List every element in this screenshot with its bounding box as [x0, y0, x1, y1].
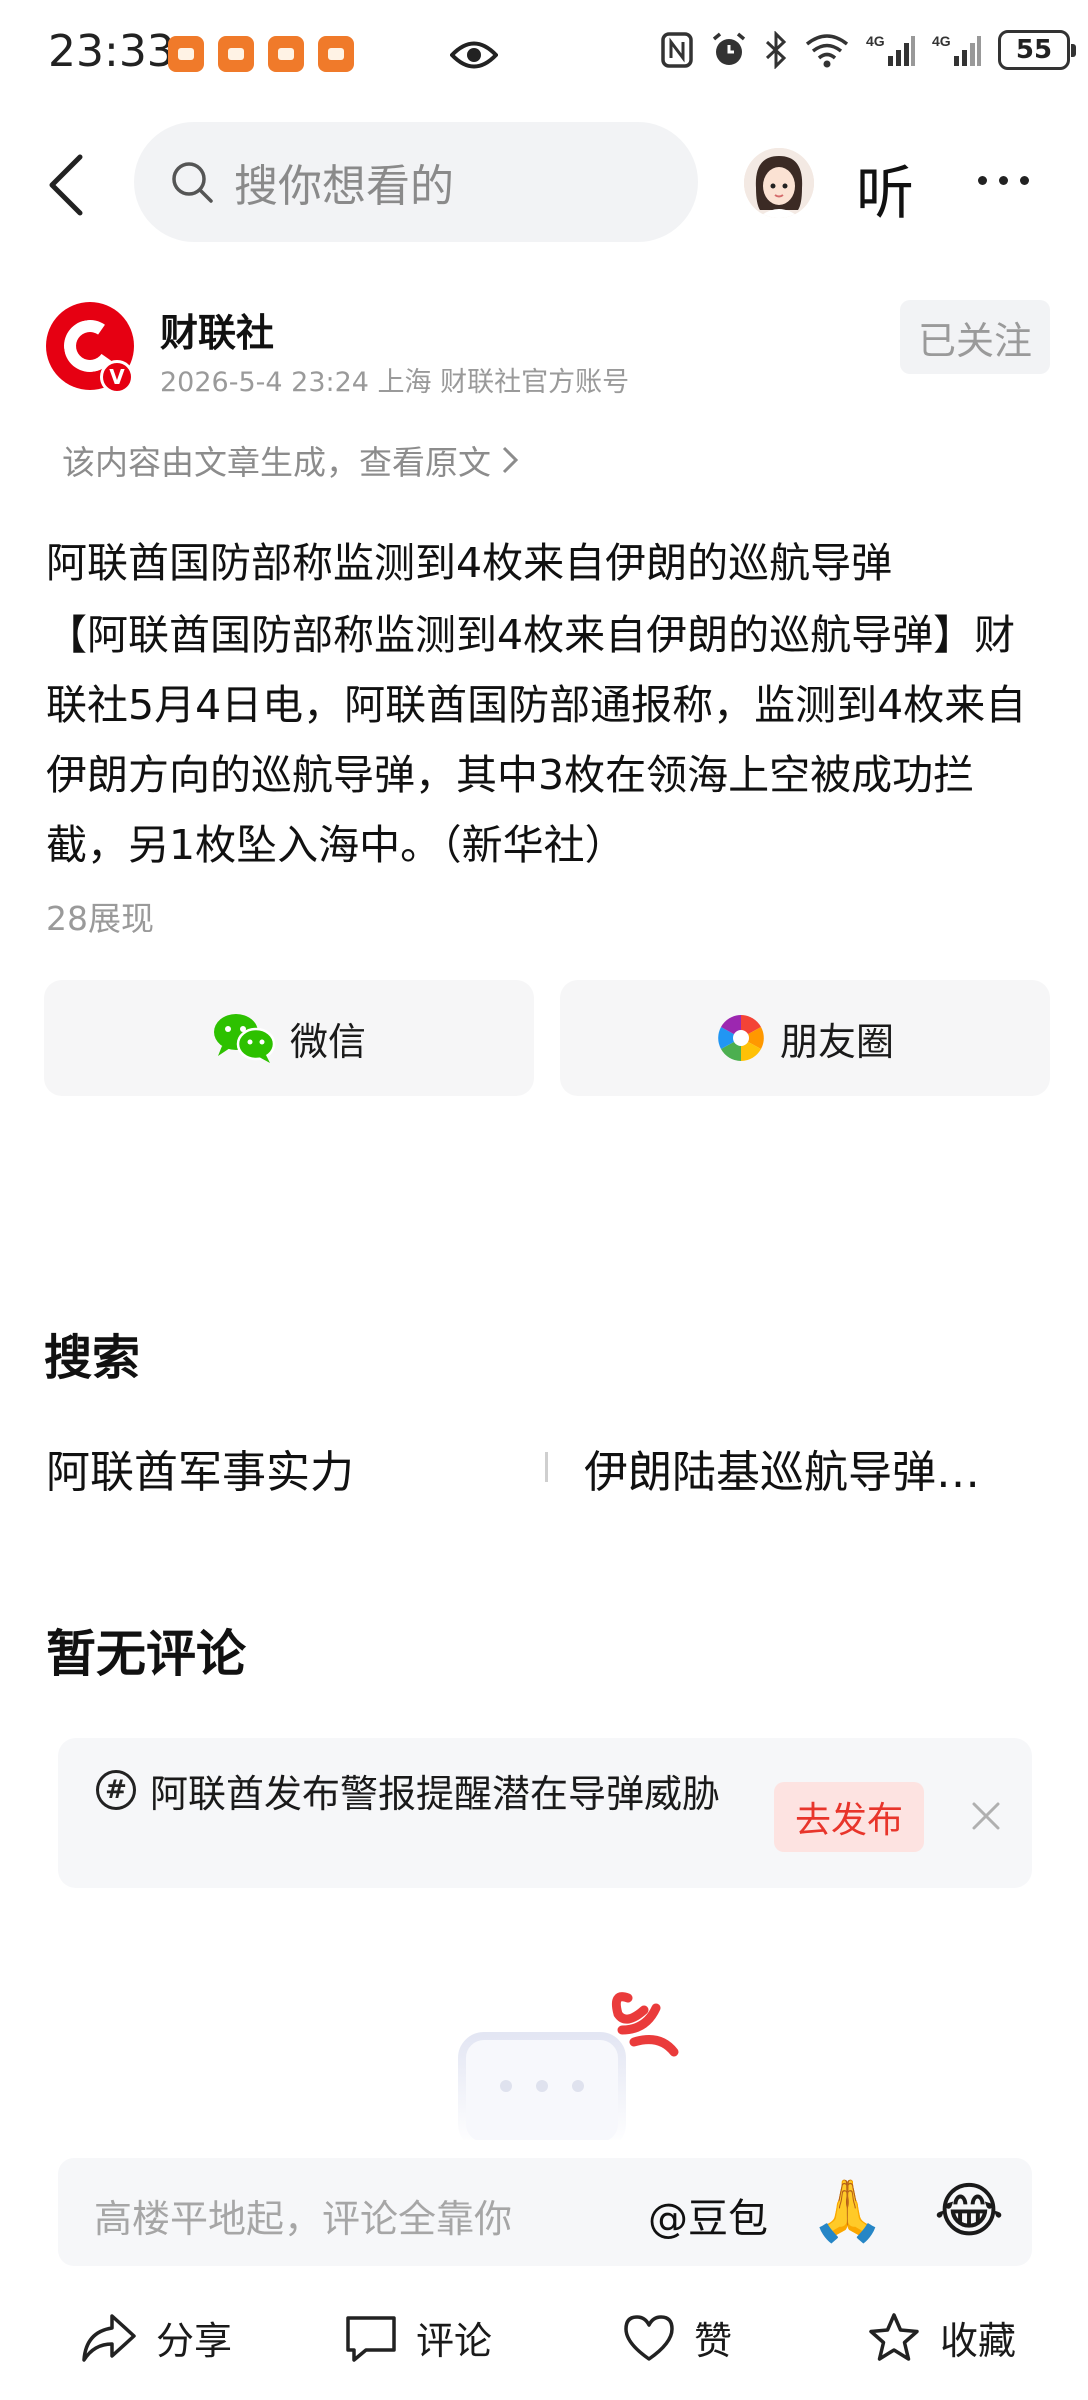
view-count: 28展现: [46, 899, 154, 938]
heart-icon: [624, 2314, 674, 2361]
search-icon: [172, 162, 213, 203]
like-button[interactable]: 赞: [622, 2310, 732, 2365]
bluetooth-icon: [765, 31, 787, 69]
eye-icon: [450, 41, 498, 69]
svg-text:4G: 4G: [866, 33, 885, 49]
no-comments-heading: 暂无评论: [46, 1625, 246, 1683]
pray-emoji-button[interactable]: 🙏: [810, 2176, 885, 2246]
favorite-button[interactable]: 收藏: [866, 2310, 1016, 2365]
follow-button[interactable]: 已关注: [900, 300, 1050, 374]
chevron-right-icon: [502, 446, 519, 474]
search-section-heading: 搜索: [44, 1330, 141, 1386]
share-label: 分享: [156, 2319, 233, 2363]
avatar[interactable]: [744, 148, 814, 218]
battery-indicator: 55: [998, 30, 1076, 70]
generated-note-text: 该内容由文章生成，查看原文: [62, 443, 491, 482]
star-icon: [869, 2312, 919, 2361]
share-moments-button[interactable]: 朋友圈: [560, 980, 1050, 1096]
comment-button[interactable]: 评论: [344, 2310, 492, 2365]
app-notification-icon: [218, 36, 254, 72]
author-meta: 2026-5-4 23:24 上海 财联社官方账号: [160, 367, 630, 398]
article-title: 阿联酋国防部称监测到4枚来自伊朗的巡航导弹: [46, 539, 893, 587]
system-icons: 4G 4G 55: [660, 30, 1076, 70]
share-icon: [82, 2313, 136, 2362]
search-placeholder: 搜你想看的: [234, 161, 454, 212]
author-name[interactable]: 财联社: [160, 302, 274, 357]
topic-suggestion-card: # 阿联酋发布警报提醒潜在导弹威胁 去发布: [58, 1738, 1032, 1888]
signal-4g-icon: 4G: [932, 33, 981, 66]
like-label: 赞: [694, 2319, 733, 2363]
related-search-item[interactable]: 阿联酋军事实力: [46, 1436, 354, 1500]
mention-doubao-button[interactable]: @豆包: [648, 2186, 768, 2244]
close-icon[interactable]: [966, 1796, 1006, 1836]
wifi-icon: [805, 34, 849, 68]
laugh-emoji-button[interactable]: 😂: [934, 2176, 1004, 2246]
status-time: 23:33: [48, 26, 175, 77]
topic-text[interactable]: 阿联酋发布警报提醒潜在导弹威胁: [94, 1768, 744, 1820]
alarm-icon: [712, 32, 746, 65]
nfc-icon: [661, 32, 693, 68]
status-bar: 23:33 4G 4G 55: [0, 0, 1088, 110]
article-body: 【阿联酋国防部称监测到4枚来自伊朗的巡航导弹】财联社5月4日电，阿联酋国防部通报…: [46, 611, 1027, 869]
share-button[interactable]: 分享: [80, 2310, 232, 2365]
empty-comments-illustration: [458, 1992, 679, 2140]
bottom-toolbar: 分享 评论 赞 收藏: [0, 2290, 1088, 2400]
app-notification-icon: [268, 36, 304, 72]
app-notification-icon: [318, 36, 354, 72]
more-icon[interactable]: [978, 176, 1029, 185]
back-button[interactable]: [46, 150, 96, 220]
comment-label: 评论: [416, 2319, 493, 2363]
moments-icon: [718, 1015, 764, 1061]
user-avatar-icon: [744, 148, 814, 218]
comment-input[interactable]: 高楼平地起，评论全靠你 @豆包 🙏 😂: [58, 2158, 1032, 2266]
share-moments-label: 朋友圈: [779, 1019, 894, 1064]
share-wechat-button[interactable]: 微信: [44, 980, 534, 1096]
comment-icon: [346, 2315, 396, 2362]
comment-placeholder: 高楼平地起，评论全靠你: [94, 2197, 513, 2241]
svg-text:4G: 4G: [932, 33, 951, 49]
notification-icons: [168, 36, 354, 72]
app-notification-icon: [168, 36, 204, 72]
back-arrow-icon: [49, 154, 83, 216]
related-search-item[interactable]: 伊朗陆基巡航导弹…: [584, 1436, 980, 1500]
listen-button[interactable]: 听: [856, 146, 914, 230]
divider: [545, 1452, 548, 1482]
wechat-icon: [213, 1014, 276, 1063]
search-input[interactable]: 搜你想看的: [134, 122, 698, 242]
signal-4g-icon: 4G: [866, 33, 915, 66]
publish-button[interactable]: 去发布: [774, 1782, 924, 1852]
view-original-link[interactable]: 该内容由文章生成，查看原文: [62, 436, 519, 484]
favorite-label: 收藏: [940, 2319, 1017, 2363]
verified-badge: V: [100, 360, 134, 394]
share-wechat-label: 微信: [289, 1019, 366, 1064]
